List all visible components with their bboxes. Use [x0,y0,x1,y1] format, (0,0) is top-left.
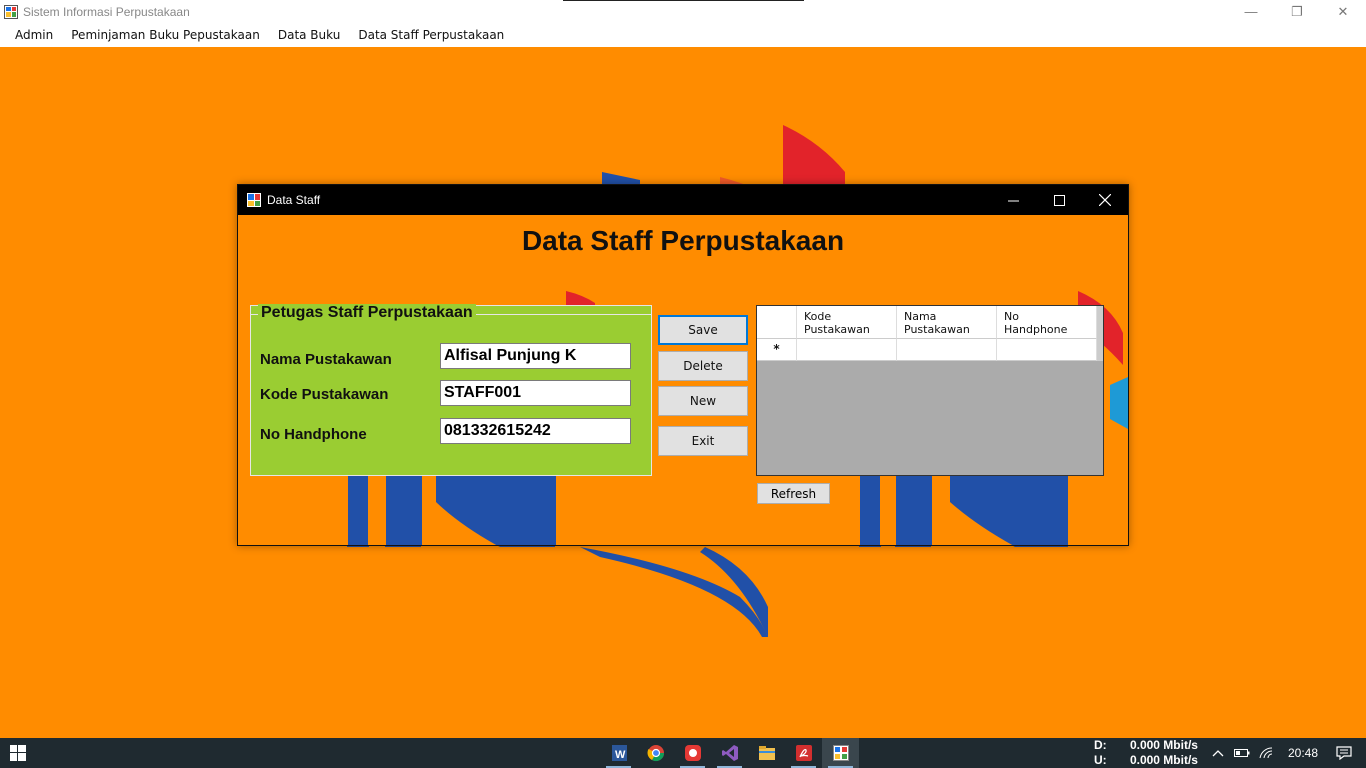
grid-header-row: Kode Pustakawan Nama Pustakawan No Handphon… [757,306,1097,339]
chrome-icon[interactable] [637,738,674,768]
visual-studio-icon[interactable] [711,738,748,768]
dialog-app-icon [247,193,261,207]
menubar: Admin Peminjaman Buku Pepustakaan Data B… [0,23,1366,47]
dialog-title: Data Staff [267,193,321,207]
app-window-controls: — ❐ ✕ [1228,0,1366,23]
file-explorer-icon[interactable] [748,738,785,768]
chevron-up-icon[interactable] [1206,749,1230,757]
exit-button[interactable]: Exit [658,426,748,456]
restore-icon[interactable]: ❐ [1274,0,1320,23]
net-down-value: 0.000 Mbit/s [1129,738,1198,752]
taskbar: W D: 0.000 Mbit/s U: 0.000 Mbit/s 20:48 [0,738,1366,768]
grid-cell[interactable] [897,339,997,361]
minimize-icon[interactable]: — [1228,0,1274,23]
grid-row-header[interactable]: * [757,339,797,361]
start-button[interactable] [0,738,36,768]
window-edge-line [563,0,804,1]
page-title: Data Staff Perpustakaan [521,225,845,256]
new-button[interactable]: New [658,386,748,416]
grid-column-header[interactable]: No Handphone [997,306,1097,339]
grid-scrollbar[interactable] [1097,306,1103,361]
clock[interactable]: 20:48 [1288,746,1318,760]
windows-icon [10,745,26,761]
close-icon[interactable] [1082,185,1128,215]
grid-new-row[interactable]: * [757,339,1097,361]
refresh-button[interactable]: Refresh [757,483,830,504]
nama-pustakawan-input[interactable] [440,343,631,369]
staff-groupbox: Petugas Staff Perpustakaan Nama Pustakaw… [250,304,652,476]
system-tray: D: 0.000 Mbit/s U: 0.000 Mbit/s 20:48 [1094,738,1366,768]
net-up-value: 0.000 Mbit/s [1129,753,1198,767]
grid-cell[interactable] [997,339,1097,361]
grid-corner-header[interactable] [757,306,797,339]
no-handphone-label: No Handphone [260,426,367,443]
kode-pustakawan-label: Kode Pustakawan [260,386,389,403]
column-header-line: Pustakawan [904,323,970,336]
data-staff-dialog: Data Staff Data Staff Perpustakaan Petug… [237,184,1129,546]
nama-pustakawan-label: Nama Pustakawan [260,351,392,368]
column-header-line: Kode [804,310,832,323]
dialog-window-controls [990,185,1128,215]
word-icon[interactable]: W [600,738,637,768]
no-handphone-input[interactable] [440,418,631,444]
svg-text:W: W [615,749,626,761]
menu-peminjaman[interactable]: Peminjaman Buku Pepustakaan [62,23,269,47]
grid-column-header[interactable]: Nama Pustakawan [897,306,997,339]
delete-button[interactable]: Delete [658,351,748,381]
save-button[interactable]: Save [658,315,748,345]
screen-recorder-icon[interactable] [674,738,711,768]
app-title: Sistem Informasi Perpustakaan [23,4,190,19]
close-icon[interactable]: ✕ [1320,0,1366,23]
menu-data-staff[interactable]: Data Staff Perpustakaan [349,23,513,47]
column-header-line: Pustakawan [804,323,870,336]
column-header-line: Handphone [1004,323,1068,336]
app-titlebar: Sistem Informasi Perpustakaan — ❐ ✕ [0,0,1366,23]
minimize-icon[interactable] [990,185,1036,215]
column-header-line: No [1004,310,1019,323]
grid-cell[interactable] [797,339,897,361]
net-up-label: U: [1093,753,1107,767]
menu-admin[interactable]: Admin [6,23,62,47]
wifi-icon[interactable] [1254,746,1278,760]
taskbar-apps: W [600,738,859,768]
kode-pustakawan-input[interactable] [440,380,631,406]
groupbox-legend: Petugas Staff Perpustakaan [258,304,476,322]
network-speed-meter: D: 0.000 Mbit/s U: 0.000 Mbit/s [1094,738,1198,768]
maximize-icon[interactable] [1036,185,1082,215]
column-header-line: Nama [904,310,937,323]
notification-icon[interactable] [1332,746,1356,760]
menu-data-buku[interactable]: Data Buku [269,23,350,47]
grid-column-header[interactable]: Kode Pustakawan [797,306,897,339]
dialog-titlebar[interactable]: Data Staff [238,185,1128,215]
library-app-icon[interactable] [822,738,859,768]
app-icon [4,4,18,19]
battery-icon[interactable] [1230,748,1254,758]
pdf-reader-icon[interactable] [785,738,822,768]
staff-data-grid[interactable]: Kode Pustakawan Nama Pustakawan No Handphon… [756,305,1104,476]
net-down-label: D: [1093,738,1107,752]
